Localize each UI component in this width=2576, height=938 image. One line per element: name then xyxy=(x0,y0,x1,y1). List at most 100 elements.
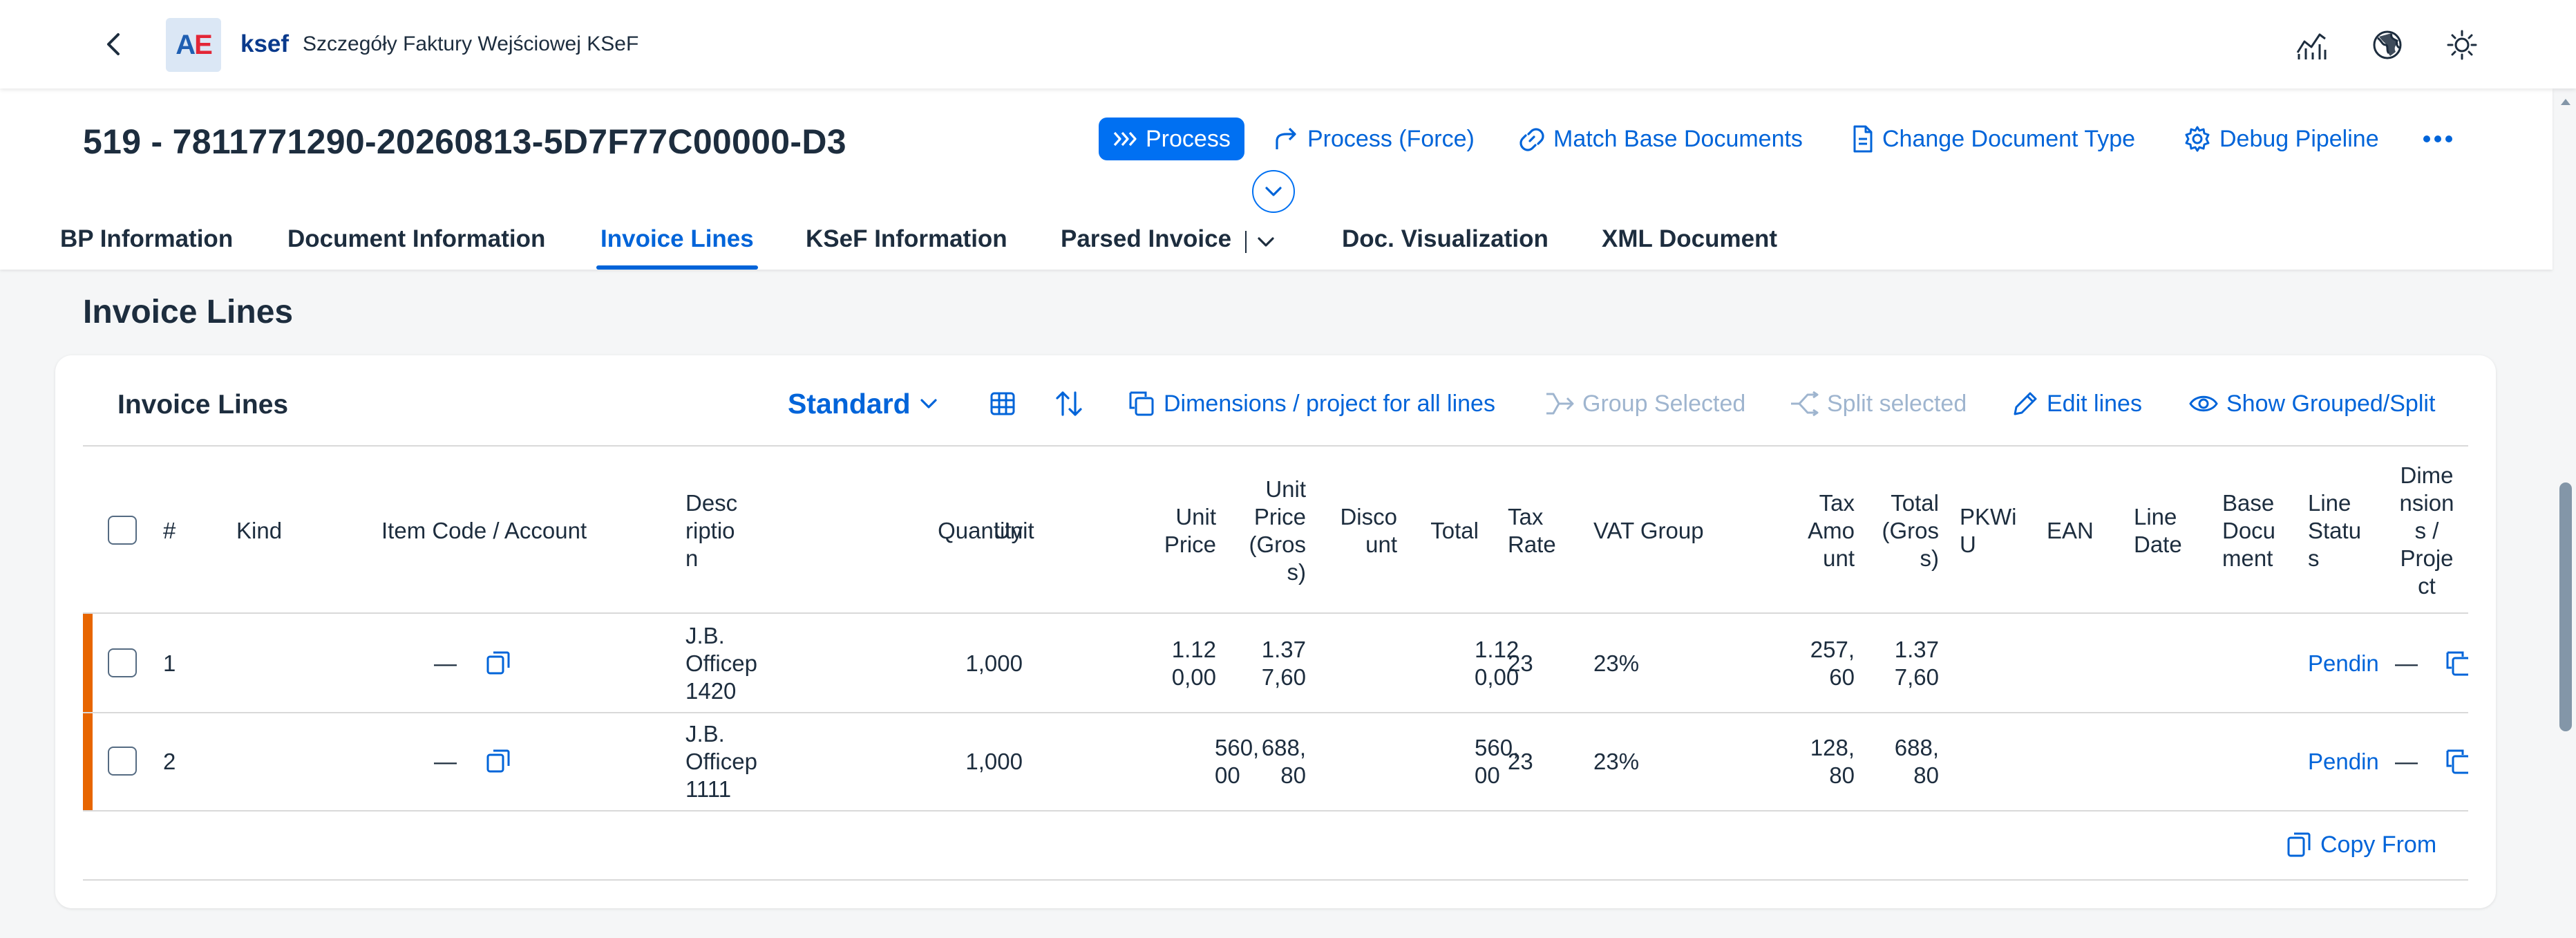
table-top-border xyxy=(83,445,2468,447)
item-code-picker[interactable] xyxy=(485,650,511,676)
shell-bar: AE ksef Szczegóły Faktury Wejściowej KSe… xyxy=(0,0,2576,88)
eye-icon xyxy=(2189,395,2218,412)
tab-ksef-information[interactable]: KSeF Information xyxy=(806,225,1007,253)
quantity-cell: 1,000 xyxy=(965,749,1023,774)
match-base-documents-button[interactable]: Match Base Documents xyxy=(1519,118,1803,160)
row-checkbox[interactable] xyxy=(108,747,137,776)
link-icon xyxy=(1519,128,1544,151)
sort-icon xyxy=(1056,391,1082,416)
object-title: 519 - 7811771290-20260813-5D7F77C00000-D… xyxy=(83,122,846,161)
tab-document-information[interactable]: Document Information xyxy=(287,225,545,253)
split-selected-button[interactable]: Split selected xyxy=(1790,384,1967,423)
total-gross-cell: 1.37 7,60 xyxy=(1894,637,1939,690)
value-help-icon xyxy=(486,749,510,773)
overflow-icon xyxy=(2423,135,2452,142)
line-status-link[interactable]: Pendin xyxy=(2308,748,2379,776)
tax-amount-cell: 257, 60 xyxy=(1810,637,1855,690)
col-description: Desc riptio n xyxy=(685,490,738,571)
vat-group-cell: 23% xyxy=(1593,650,1640,676)
page-scrollbar-thumb[interactable] xyxy=(2559,482,2572,731)
dimensions-value: — xyxy=(2395,650,2418,676)
unit-price-gross-cell: 1.37 7,60 xyxy=(1261,637,1306,690)
description-cell: J.B. Officep 1111 xyxy=(685,721,757,802)
sort-button[interactable] xyxy=(1054,384,1083,423)
col-pkwiu: PKWi U xyxy=(1960,504,2017,557)
row-checkbox[interactable] xyxy=(108,648,137,677)
tab-invoice-lines[interactable]: Invoice Lines xyxy=(596,225,758,270)
tab-parsed-invoice[interactable]: Parsed Invoice xyxy=(1061,225,1231,253)
change-document-type-button[interactable]: Change Document Type xyxy=(1852,118,2135,160)
col-unit: Unit xyxy=(994,518,1034,543)
col-ean: EAN xyxy=(2047,518,2094,543)
dimensions-button[interactable] xyxy=(2445,748,2468,774)
col-line-date: Line Date xyxy=(2134,504,2182,557)
col-discount: Disco unt xyxy=(1340,504,1397,557)
col-tax-amount: Tax Amo unt xyxy=(1808,490,1855,571)
edit-lines-button[interactable]: Edit lines xyxy=(2012,384,2142,423)
unit-price-cell: 1.12 0,00 xyxy=(1171,637,1216,690)
app-title: Szczegóły Faktury Wejściowej KSeF xyxy=(303,32,639,55)
tab-doc-visualization[interactable]: Doc. Visualization xyxy=(1342,225,1549,253)
col-item-code: Item Code / Account xyxy=(381,518,587,543)
table-bottom-border xyxy=(83,810,2468,812)
document-icon xyxy=(1853,125,1873,153)
forward-arrow-icon xyxy=(1276,127,1296,149)
theme-button[interactable] xyxy=(2445,28,2479,62)
select-all-checkbox[interactable] xyxy=(108,516,137,545)
scroll-up-arrow-icon[interactable] xyxy=(2559,97,2572,106)
debug-pipeline-button[interactable]: Debug Pipeline xyxy=(2184,118,2379,160)
col-total-gross: Total (Gros s) xyxy=(1882,490,1940,571)
chevron-down-icon xyxy=(1265,187,1282,196)
analytics-button[interactable] xyxy=(2294,28,2329,62)
chevron-down-icon xyxy=(1258,237,1274,247)
row-highlight-indicator xyxy=(83,713,93,810)
tab-xml-document[interactable]: XML Document xyxy=(1602,225,1777,253)
item-code-value: — xyxy=(434,749,457,774)
line-status-link[interactable]: Pendin xyxy=(2308,650,2379,677)
item-code-value: — xyxy=(434,650,457,676)
tax-rate-cell: 23 xyxy=(1508,749,1533,774)
unit-price-gross-cell: 688, 80 xyxy=(1261,735,1306,788)
sun-icon xyxy=(2447,30,2477,60)
col-tax-rate: Tax Rate xyxy=(1508,504,1556,557)
language-button[interactable] xyxy=(2370,28,2405,62)
pencil-icon xyxy=(2014,392,2037,415)
table-settings-button[interactable] xyxy=(989,384,1016,423)
tax-rate-cell: 23 xyxy=(1508,650,1533,676)
chevron-down-icon xyxy=(920,399,937,409)
header-bottom-border xyxy=(83,612,2468,614)
variant-selector[interactable]: Standard xyxy=(788,384,938,423)
col-vat-group: VAT Group xyxy=(1593,518,1704,543)
dimensions-all-lines-button[interactable]: Dimensions / project for all lines xyxy=(1128,384,1495,423)
col-base-document: Base Docu ment xyxy=(2222,490,2276,571)
copy-stack-icon xyxy=(2446,651,2468,676)
split-icon xyxy=(1791,391,1819,417)
dimensions-button[interactable] xyxy=(2445,650,2468,676)
col-number: # xyxy=(163,518,176,543)
collapse-header-button[interactable] xyxy=(1252,170,1295,213)
tab-separator xyxy=(1245,231,1247,253)
tab-parsed-invoice-dropdown[interactable] xyxy=(1245,228,1289,256)
more-actions-button[interactable] xyxy=(2423,118,2453,160)
company-logo[interactable]: AE xyxy=(166,18,221,72)
row-divider xyxy=(83,712,2468,713)
section-title: Invoice Lines xyxy=(83,294,294,330)
tab-bp-information[interactable]: BP Information xyxy=(60,225,233,253)
brand-name: ksef xyxy=(240,30,290,57)
item-code-picker[interactable] xyxy=(485,748,511,774)
process-force-button[interactable]: Process (Force) xyxy=(1273,118,1475,160)
gear-icon xyxy=(2185,126,2210,152)
total-gross-cell: 688, 80 xyxy=(1894,735,1939,788)
tax-amount-cell: 128, 80 xyxy=(1810,735,1855,788)
vat-group-cell: 23% xyxy=(1593,749,1640,774)
card-footer-border xyxy=(83,879,2468,881)
copy-from-button[interactable]: Copy From xyxy=(2286,831,2436,859)
group-selected-button[interactable]: Group Selected xyxy=(1545,384,1745,423)
copy-stack-icon xyxy=(1129,391,1154,416)
quantity-cell: 1,000 xyxy=(965,650,1023,676)
process-button[interactable]: Process xyxy=(1099,118,1244,160)
show-grouped-split-button[interactable]: Show Grouped/Split xyxy=(2189,384,2435,423)
merge-icon xyxy=(1546,393,1574,415)
back-button[interactable] xyxy=(97,30,130,58)
col-unit-price-gross: Unit Price (Gros s) xyxy=(1249,476,1307,585)
